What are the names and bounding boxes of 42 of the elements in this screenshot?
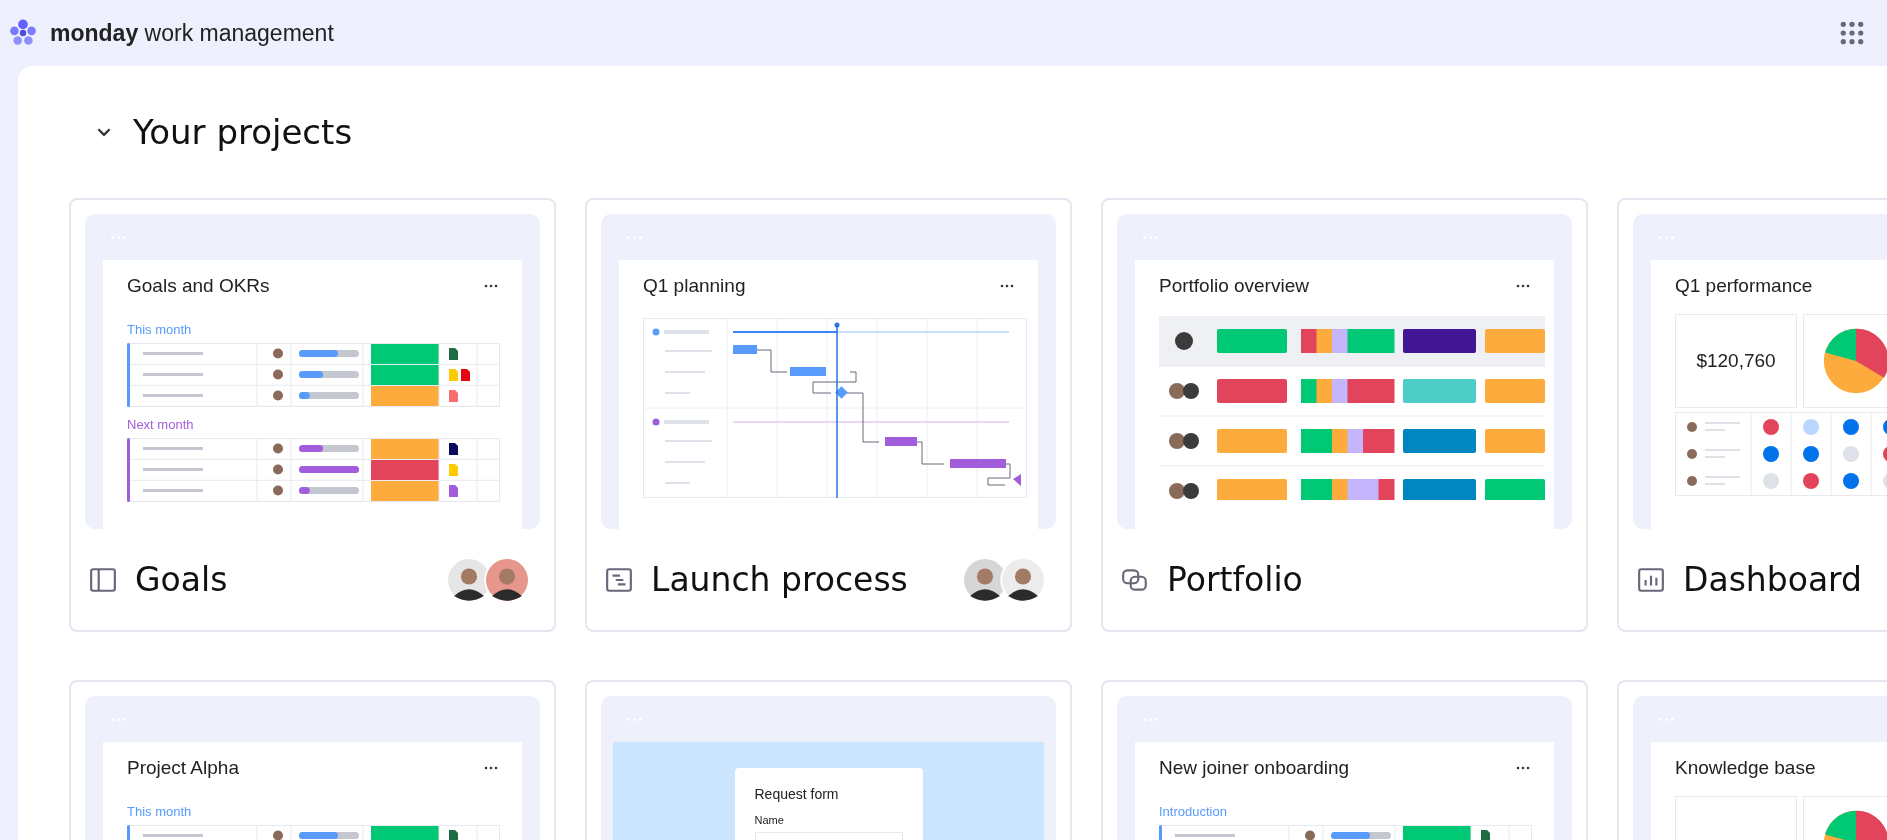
logo-icon[interactable] bbox=[8, 18, 38, 48]
board-title: Goals and OKRs bbox=[127, 275, 270, 297]
form-title: Request form bbox=[754, 786, 840, 802]
project-card[interactable]: Goals and OKRs This month Next month Goals bbox=[69, 198, 556, 632]
board-title: Q1 performance bbox=[1675, 275, 1813, 297]
milestone-marker[interactable] bbox=[835, 386, 848, 399]
more-icon[interactable] bbox=[1516, 766, 1530, 770]
brand-name: monday work management bbox=[50, 19, 334, 47]
milestone-marker[interactable] bbox=[1013, 474, 1021, 486]
board-title: Knowledge base bbox=[1675, 757, 1816, 779]
project-card[interactable]: New joiner onboarding Introduction bbox=[1101, 680, 1588, 840]
more-icon[interactable] bbox=[1516, 284, 1530, 288]
board-title: Q1 planning bbox=[643, 275, 746, 297]
apps-grid-icon[interactable] bbox=[1840, 21, 1864, 45]
project-card[interactable]: Portfolio overview Portfolio bbox=[1101, 198, 1588, 632]
project-title: Goals bbox=[135, 560, 228, 599]
project-card[interactable]: Q1 planning Launch process bbox=[585, 198, 1072, 632]
board-title: New joiner onboarding bbox=[1159, 757, 1350, 779]
group-label: This month bbox=[127, 322, 193, 337]
board-title: Project Alpha bbox=[127, 757, 239, 779]
group-label: This month bbox=[127, 804, 193, 819]
section-title: Your projects bbox=[133, 112, 353, 152]
task-list-drawing bbox=[652, 418, 712, 484]
field-label: Name bbox=[754, 814, 785, 826]
group-label: Introduction bbox=[1159, 804, 1228, 819]
board-icon bbox=[89, 565, 117, 594]
more-icon[interactable] bbox=[484, 766, 498, 770]
bar-chart-icon bbox=[1637, 565, 1665, 594]
more-icon[interactable] bbox=[1000, 284, 1014, 288]
board-title: Portfolio overview bbox=[1159, 275, 1309, 297]
group-label: Next month bbox=[127, 417, 195, 432]
project-title: Dashboard bbox=[1683, 560, 1863, 599]
project-card[interactable]: Knowledge base bbox=[1617, 680, 1887, 840]
project-card[interactable]: Project Alpha This month bbox=[69, 680, 556, 840]
document-icon bbox=[605, 565, 633, 594]
stat-value: $120,760 bbox=[1696, 350, 1776, 372]
project-card[interactable]: Q1 performance $120,760 Dashboard bbox=[1617, 198, 1887, 632]
task-list-drawing bbox=[652, 328, 712, 394]
project-title: Launch process bbox=[651, 560, 908, 599]
more-icon[interactable] bbox=[484, 284, 498, 288]
project-title: Portfolio bbox=[1167, 560, 1303, 599]
project-card[interactable]: Request form Name bbox=[585, 680, 1072, 840]
